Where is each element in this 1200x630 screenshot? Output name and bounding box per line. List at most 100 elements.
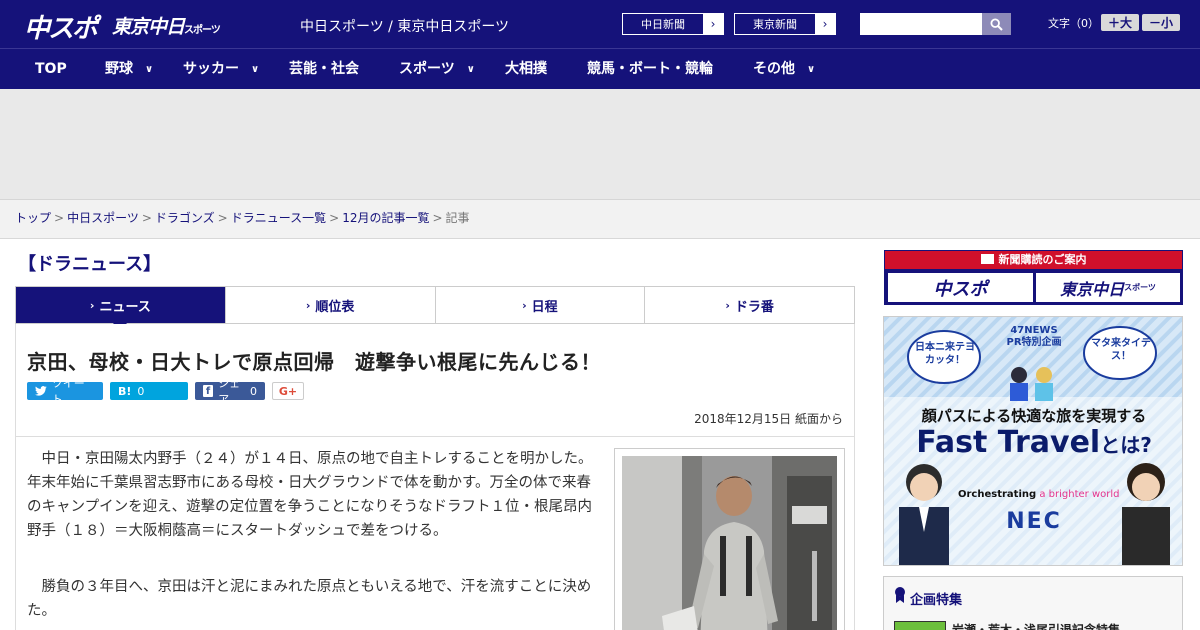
subscription-title: 新聞購読のご案内 [885,251,1182,269]
chunichi-shimbun-link[interactable]: 中日新聞 › [622,13,724,35]
facebook-icon: f [203,385,214,397]
breadcrumb-dragons[interactable]: ドラゴンズ [155,211,215,225]
facebook-share-count: 0 [250,384,257,398]
top-ad-banner [0,89,1200,200]
newspaper-icon [980,254,994,264]
breadcrumb-news-list[interactable]: ドラニュース一覧 [231,211,326,225]
section-title: 【ドラニュース】 [18,254,162,275]
article-body: 中日・京田陽太内野手（２４）が１４日、原点の地で自主トレすることを明かした。年末… [15,437,855,630]
sidebar-ad-nec[interactable]: 日本ニ来テヨカッタ！ マタ来タイデス！ 47NEWS PR特別企画 顔パスによる… [883,316,1183,566]
article-photo[interactable] [622,456,837,630]
feature-thumbnail[interactable] [894,621,946,630]
breadcrumb-chunichi-sports[interactable]: 中日スポーツ [67,211,139,225]
article-paragraph: 中日・京田陽太内野手（２４）が１４日、原点の地で自主トレすることを明かした。年末… [27,451,593,539]
font-size-label: 文字（0） [1048,17,1099,30]
article-header: 京田、母校・日大トレで原点回帰 遊撃争い根尾に先んじる！ ツイート B! 0 f… [15,324,855,437]
facebook-share-button[interactable]: f シェア 0 [195,377,265,406]
tab-label: 日程 [531,299,558,315]
ad-badge: 47NEWS PR特別企画 [1006,325,1062,348]
nav-item-top[interactable]: TOP [35,49,67,90]
chevron-right-icon: › [815,14,835,34]
chevron-right-icon: › [89,298,95,312]
nav-item-sumo[interactable]: 大相撲 [505,49,547,90]
nav-label: TOP [35,61,67,77]
chuspo-logo[interactable]: 中スポ [24,8,98,45]
subscribe-chuspo-button[interactable]: 中スポ [888,273,1033,302]
tokyo-logo-suffix: スポーツ [184,25,221,36]
feature-title: 企画特集 [910,593,963,608]
twitter-icon [35,386,47,396]
nav-label: 芸能・社会 [289,61,359,77]
search-input[interactable] [860,13,982,35]
tab-label: ドラ番 [734,299,774,315]
tweet-label: ツイート [51,377,85,406]
tab-schedule[interactable]: › 日程 [436,287,646,323]
ribbon-icon [895,587,905,603]
breadcrumb-month-list[interactable]: 12月の記事一覧 [342,211,429,225]
search-button[interactable] [982,13,1011,35]
nav-label: その他 [753,61,795,77]
google-plus-button[interactable]: G+ [272,382,304,400]
subscription-logo-text: 東京中日 [1060,279,1125,299]
tokyo-logo-main: 東京中日 [112,16,185,38]
chevron-down-icon: ∨ [251,64,260,75]
ad-bubble-right: マタ来タイデス！ [1091,338,1151,362]
nav-item-other[interactable]: その他 ∨ [753,49,815,90]
subscribe-tokyo-chunichi-button[interactable]: 東京中日 スポーツ [1036,273,1180,302]
font-larger-button[interactable]: ＋大 [1101,14,1139,31]
chevron-down-icon: ∨ [807,64,816,75]
breadcrumb: トップ > 中日スポーツ > ドラゴンズ > ドラニュース一覧 >12月の記事一覧 > 記事 [0,200,1200,239]
nav-label: スポーツ [399,61,455,77]
search-icon [990,17,1003,31]
nav-label: 野球 [105,61,133,77]
feature-box: 企画特集 岩瀬・荒木・浅尾引退記念特集 [883,576,1183,630]
nav-item-racing[interactable]: 競馬・ボート・競輪 [587,49,713,90]
font-smaller-button[interactable]: －小 [1142,14,1180,31]
nec-logo: NEC [1006,509,1062,534]
nav-label: サッカー [183,61,239,77]
chevron-right-icon: › [725,298,730,312]
google-plus-icon: G+ [278,384,298,398]
hatena-bookmark-button[interactable]: B! 0 [110,382,188,400]
breadcrumb-separator: > [141,211,152,225]
hatena-count: 0 [137,384,145,398]
breadcrumb-top[interactable]: トップ [15,211,51,225]
ad-tagline-bold: Orchestrating [958,489,1037,500]
ad-tagline-rest: a brighter world [1039,489,1120,500]
ad-title-main: Fast Travel [916,425,1101,460]
publish-date: 2018年12月15日 紙面から [694,412,843,426]
section-tabs: › ニュース › 順位表 › 日程 › ドラ番 [15,286,855,331]
tab-label: ニュース [99,299,151,315]
subscription-title-text: 新聞購読のご案内 [998,253,1087,266]
tab-news[interactable]: › ニュース [16,287,226,331]
breadcrumb-separator: > [329,211,340,225]
article-headline: 京田、母校・日大トレで原点回帰 遊撃争い根尾に先んじる！ [27,350,601,374]
ext-link-label: 東京新聞 [753,18,797,31]
article-photo-frame [614,448,845,630]
newspaper-subscription-box: 新聞購読のご案内 中スポ 東京中日 スポーツ [884,250,1183,305]
chevron-down-icon: ∨ [466,64,475,75]
chevron-down-icon: ∨ [145,64,154,75]
ad-title-suffix: とは? [1100,433,1152,457]
tokyo-shimbun-link[interactable]: 東京新聞 › [734,13,836,35]
nav-item-sports[interactable]: スポーツ ∨ [399,49,475,90]
nav-item-baseball[interactable]: 野球 ∨ [105,49,153,90]
player-photo-image [622,456,837,630]
ext-link-label: 中日新聞 [641,18,685,31]
tab-standings[interactable]: › 順位表 [226,287,436,323]
nav-label: 競馬・ボート・競輪 [587,61,713,77]
tweet-button[interactable]: ツイート [27,377,103,406]
hatena-icon: B! [118,384,132,398]
article-paragraph: 勝負の３年目へ、京田は汗と泥にまみれた原点ともいえる地で、汗を流すことに決めた。 [27,579,592,619]
facebook-share-label: シェア [218,377,241,406]
nav-item-entertainment[interactable]: 芸能・社会 [289,49,359,90]
ad-headline: 顔パスによる快適な旅を実現する [921,407,1147,425]
nav-item-soccer[interactable]: サッカー ∨ [183,49,259,90]
chevron-right-icon: › [305,298,311,312]
breadcrumb-separator: > [432,211,443,225]
subscription-logo-suffix: スポーツ [1124,283,1156,292]
tokyo-chunichi-logo[interactable]: 東京中日スポーツ [112,12,221,39]
breadcrumb-separator: > [217,211,228,225]
tab-dora-ban[interactable]: › ドラ番 [645,287,854,323]
feature-item-link[interactable]: 岩瀬・荒木・浅尾引退記念特集 [952,621,1120,630]
